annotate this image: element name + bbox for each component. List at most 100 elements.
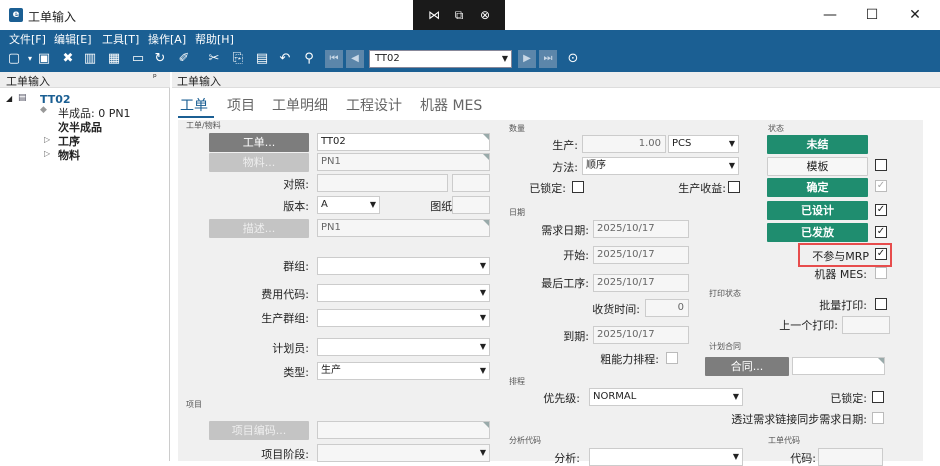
start-date-field[interactable]: 2025/10/17 [593, 246, 689, 264]
prod-qty-field[interactable]: 1.00 [582, 135, 666, 153]
template-button[interactable]: 模板 [767, 157, 868, 176]
tree-view: ◢ ▤ TT02 ◆ 半成品: 0 PN1 次半成品 ▷ 工序 ▷ 物料 [0, 88, 170, 461]
work-code-field[interactable] [818, 448, 883, 466]
cut-icon[interactable]: ✂ [206, 51, 222, 67]
released-button[interactable]: 已发放 [767, 223, 868, 242]
tree-material[interactable]: 物料 [58, 147, 80, 163]
save-icon[interactable]: ▣ [36, 51, 52, 67]
restore-icon[interactable]: ⧉ [451, 7, 467, 23]
order-button[interactable]: 工单... [209, 133, 309, 152]
designed-checkbox[interactable]: ✓ [875, 204, 887, 216]
note-corner-icon [878, 358, 884, 364]
cap-sched-checkbox[interactable] [666, 352, 678, 364]
grid-icon[interactable]: ▦ [106, 51, 122, 67]
menu-edit[interactable]: 编辑[E] [54, 31, 92, 47]
order-number-field[interactable]: TT02 [317, 133, 490, 151]
tab-order[interactable]: 工单 [180, 95, 208, 115]
priority-select[interactable]: NORMAL ▼ [589, 388, 743, 406]
record-select[interactable]: TT02 ▼ [369, 50, 512, 68]
find-icon[interactable]: ⚲ [301, 51, 317, 67]
menu-action[interactable]: 操作[A] [148, 31, 186, 47]
right-panel-header: 工单输入 [172, 72, 940, 88]
ref-field[interactable] [317, 174, 448, 192]
copy-icon[interactable]: ⎘ [230, 51, 246, 67]
collapse-icon[interactable]: ◢ [6, 94, 12, 103]
note-icon[interactable]: ▭ [130, 51, 146, 67]
menu-file[interactable]: 文件[F] [9, 31, 46, 47]
minimize-button[interactable]: — [822, 7, 838, 23]
recv-time-field[interactable]: 0 [645, 299, 689, 317]
tab-order-detail[interactable]: 工单明细 [272, 95, 328, 115]
status-open-button[interactable]: 未结 [767, 135, 868, 154]
paste-icon[interactable]: ▤ [254, 51, 270, 67]
chevron-down-icon: ▼ [479, 448, 486, 457]
last-op-field[interactable]: 2025/10/17 [593, 274, 689, 292]
contract-field[interactable] [792, 357, 885, 375]
contract-button[interactable]: 合同... [705, 357, 789, 376]
prod-group-select[interactable]: ▼ [317, 309, 490, 327]
due-date-field[interactable]: 2025/10/17 [593, 326, 689, 344]
next-record-icon[interactable]: ▶ [518, 50, 536, 68]
chart-icon[interactable]: ▥ [82, 51, 98, 67]
pin-icon[interactable]: ᵖ [153, 73, 157, 83]
right-panel-title: 工单输入 [177, 75, 221, 88]
close-circle-icon[interactable]: ⊗ [477, 7, 493, 23]
run-icon[interactable]: ⊙ [565, 51, 581, 67]
project-code-field[interactable] [317, 421, 490, 439]
method-select[interactable]: 顺序 ▼ [582, 157, 739, 175]
expand-icon[interactable]: ▷ [44, 149, 50, 158]
menu-help[interactable]: 帮助[H] [195, 31, 234, 47]
close-button[interactable]: ✕ [907, 7, 923, 23]
sched-locked-checkbox[interactable] [872, 391, 884, 403]
maximize-button[interactable]: ☐ [864, 7, 880, 23]
group-select[interactable]: ▼ [317, 257, 490, 275]
menu-tools[interactable]: 工具[T] [102, 31, 139, 47]
planner-select[interactable]: ▼ [317, 338, 490, 356]
last-print-field[interactable] [842, 316, 890, 334]
unit-select[interactable]: PCS ▼ [668, 135, 739, 153]
description-button[interactable]: 描述... [209, 219, 309, 238]
ref-label: 对照: [283, 178, 309, 191]
undo-icon[interactable]: ↶ [277, 51, 293, 67]
confirm-button[interactable]: 确定 [767, 178, 868, 197]
last-record-icon[interactable]: ⏭ [539, 50, 557, 68]
analysis-select[interactable]: ▼ [589, 448, 743, 466]
version-select[interactable]: A ▼ [317, 196, 380, 214]
drawing-field[interactable] [452, 196, 490, 214]
last-print-label: 上一个打印: [779, 319, 838, 332]
left-panel-header: 工单输入 ᵖ [0, 72, 170, 88]
chevron-down-icon: ▼ [479, 261, 486, 270]
tab-mes[interactable]: 机器 MES [420, 95, 482, 115]
item-button[interactable]: 物料... [209, 153, 309, 172]
qty-locked-checkbox[interactable] [572, 181, 584, 193]
pin-icon[interactable]: ⋈ [426, 7, 442, 23]
confirm-checkbox[interactable]: ✓ [875, 180, 887, 192]
delete-icon[interactable]: ✖ [60, 51, 76, 67]
sync-date-checkbox[interactable] [872, 412, 884, 424]
income-checkbox[interactable] [728, 181, 740, 193]
expand-icon[interactable]: ▷ [44, 135, 50, 144]
prev-record-icon[interactable]: ◀ [346, 50, 364, 68]
ref-extra-field[interactable] [452, 174, 490, 192]
first-record-icon[interactable]: ⏮ [325, 50, 343, 68]
req-date-field[interactable]: 2025/10/17 [593, 220, 689, 238]
clear-icon[interactable]: ✐ [176, 51, 192, 67]
project-phase-select[interactable]: ▼ [317, 444, 490, 462]
refresh-icon[interactable]: ↻ [152, 51, 168, 67]
description-field[interactable]: PN1 [317, 219, 490, 237]
project-code-button[interactable]: 项目编码... [209, 421, 309, 440]
sched-locked-label: 已锁定: [830, 392, 867, 405]
type-select[interactable]: 生产 ▼ [317, 362, 490, 380]
tab-engineering[interactable]: 工程设计 [346, 95, 402, 115]
new-icon[interactable]: ▢ [6, 51, 22, 67]
mes-checkbox[interactable] [875, 267, 887, 279]
cost-code-select[interactable]: ▼ [317, 284, 490, 302]
batch-print-checkbox[interactable] [875, 298, 887, 310]
tab-project[interactable]: 项目 [227, 95, 255, 115]
template-checkbox[interactable] [875, 159, 887, 171]
designed-button[interactable]: 已设计 [767, 201, 868, 220]
item-field[interactable]: PN1 [317, 153, 490, 171]
cost-code-label: 费用代码: [261, 288, 309, 301]
released-checkbox[interactable]: ✓ [875, 226, 887, 238]
income-label: 生产收益: [678, 182, 726, 195]
